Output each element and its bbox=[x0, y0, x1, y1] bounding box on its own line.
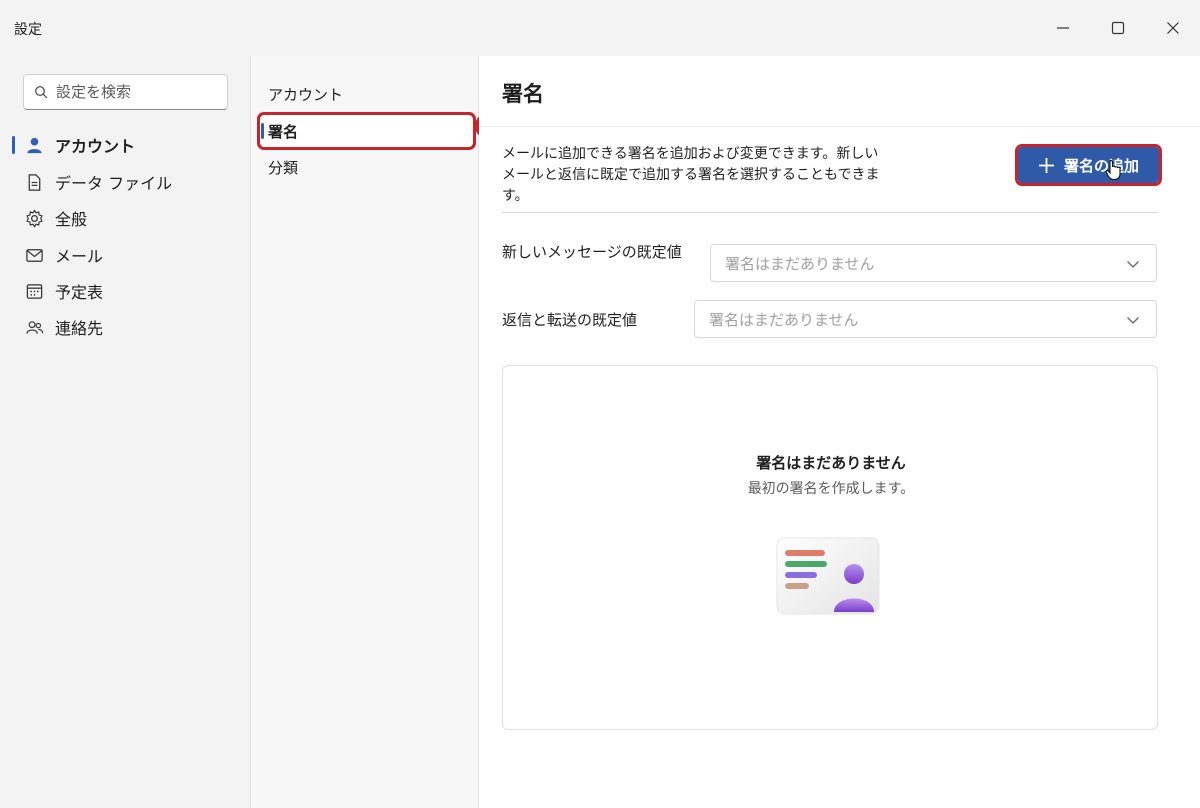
reply-forward-default-label: 返信と転送の既定値 bbox=[502, 311, 638, 329]
sidebar-item-label: 全般 bbox=[55, 210, 88, 229]
signature-empty-state: 署名はまだありません 最初の署名を作成します。 bbox=[502, 365, 1158, 730]
gear-icon bbox=[24, 208, 44, 228]
settings-sidebar: アカウント データ ファイル 全般 メール 予定表 連絡先 bbox=[0, 56, 250, 808]
minimize-button[interactable] bbox=[1049, 14, 1077, 42]
sidebar-item-label: 予定表 bbox=[55, 283, 104, 302]
reply-forward-default-value: 署名はまだありません bbox=[709, 310, 859, 329]
new-message-default-value: 署名はまだありません bbox=[725, 254, 875, 273]
chevron-down-icon bbox=[1127, 261, 1139, 268]
sidebar-item-calendar[interactable]: 予定表 bbox=[12, 274, 242, 308]
signature-settings-pane: 署名 メールに追加できる署名を追加および変更できます。新しいメールと返信に既定で… bbox=[479, 56, 1200, 808]
search-box[interactable] bbox=[23, 74, 228, 110]
empty-state-subtitle: 最初の署名を作成します。 bbox=[747, 481, 915, 497]
reply-forward-default-select[interactable]: 署名はまだありません bbox=[694, 300, 1157, 338]
header-divider bbox=[479, 126, 1200, 127]
window-title: 設定 bbox=[14, 22, 42, 38]
sidebar-item-label: アカウント bbox=[55, 137, 136, 156]
person-icon bbox=[24, 135, 44, 155]
minimize-icon bbox=[1057, 27, 1069, 29]
close-button[interactable] bbox=[1159, 14, 1187, 42]
search-input[interactable] bbox=[56, 83, 216, 101]
hand-cursor-icon bbox=[1105, 159, 1121, 181]
signature-description: メールに追加できる署名を追加および変更できます。新しいメールと返信に既定で追加す… bbox=[502, 146, 880, 204]
chevron-down-icon bbox=[1127, 317, 1139, 324]
people-icon bbox=[24, 317, 44, 337]
plus-icon bbox=[1038, 157, 1054, 173]
add-signature-label: 署名の追加 bbox=[1063, 156, 1139, 175]
new-message-default-select[interactable]: 署名はまだありません bbox=[710, 244, 1157, 282]
sidebar-item-label: データ ファイル bbox=[55, 174, 173, 193]
sidebar-item-data-file[interactable]: データ ファイル bbox=[12, 165, 242, 199]
subnav-item-signature[interactable]: 署名 bbox=[257, 112, 476, 150]
search-icon bbox=[35, 86, 48, 99]
sidebar-item-label: 連絡先 bbox=[55, 319, 104, 338]
sidebar-item-general[interactable]: 全般 bbox=[12, 201, 242, 235]
sidebar-item-contacts[interactable]: 連絡先 bbox=[12, 310, 242, 344]
close-icon bbox=[1167, 22, 1179, 34]
maximize-button[interactable] bbox=[1104, 14, 1132, 42]
subnav-item-account[interactable]: アカウント bbox=[259, 77, 474, 111]
new-message-default-label: 新しいメッセージの既定値 bbox=[502, 243, 682, 261]
account-subnav: アカウント 署名 分類 bbox=[250, 56, 479, 808]
sidebar-item-mail[interactable]: メール bbox=[12, 238, 242, 272]
calendar-icon bbox=[24, 281, 44, 301]
sidebar-item-account[interactable]: アカウント bbox=[12, 128, 242, 162]
page-title: 署名 bbox=[502, 82, 544, 106]
sidebar-item-label: メール bbox=[55, 247, 104, 266]
empty-state-title: 署名はまだありません bbox=[756, 454, 906, 472]
subnav-item-categories[interactable]: 分類 bbox=[259, 150, 474, 184]
add-signature-button[interactable]: 署名の追加 bbox=[1015, 144, 1162, 186]
title-bar: 設定 bbox=[0, 0, 1200, 56]
signature-card-illustration bbox=[776, 537, 880, 615]
maximize-icon bbox=[1111, 21, 1125, 35]
section-divider bbox=[502, 212, 1158, 213]
document-icon bbox=[24, 172, 44, 192]
mail-icon bbox=[24, 245, 44, 265]
